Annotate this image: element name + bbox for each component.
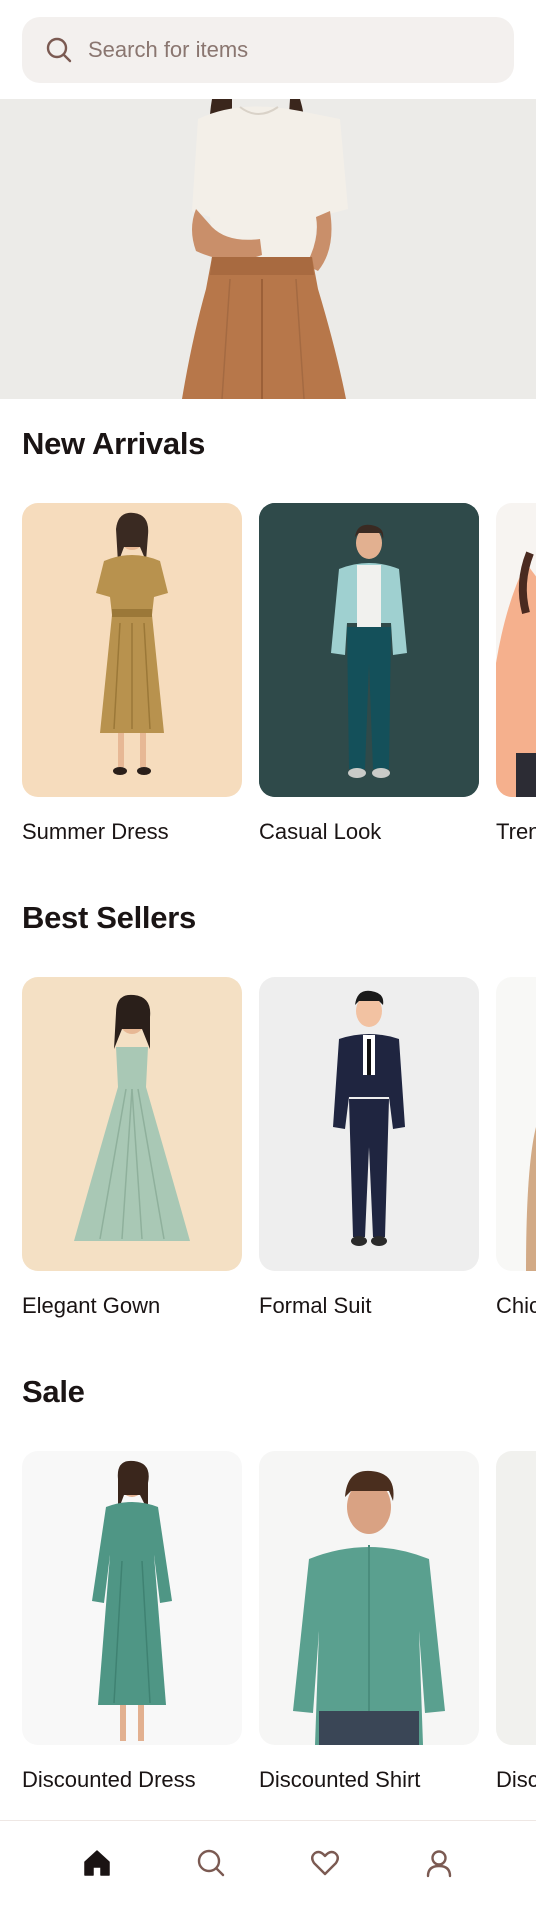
product-name: Elegant Gown xyxy=(22,1293,161,1318)
user-icon xyxy=(424,1848,454,1883)
search-icon xyxy=(196,1848,226,1883)
section-title-new-arrivals: New Arrivals xyxy=(22,426,206,461)
product-card[interactable]: Chic Style xyxy=(496,977,536,1318)
product-image xyxy=(22,503,242,797)
product-image xyxy=(259,977,479,1271)
product-image xyxy=(259,503,479,797)
product-image xyxy=(22,1451,242,1745)
hero-banner[interactable] xyxy=(0,99,536,399)
nav-home-button[interactable] xyxy=(67,1836,127,1896)
product-image xyxy=(496,503,536,797)
section-title-sale: Sale xyxy=(22,1374,85,1409)
product-name: Casual Look xyxy=(259,819,382,844)
product-name: Chic Style xyxy=(496,1293,536,1318)
product-image xyxy=(259,1451,479,1745)
product-image xyxy=(496,1451,536,1745)
product-name: Discounted Shirt xyxy=(259,1767,421,1792)
product-card[interactable]: Summer Dress xyxy=(22,503,242,844)
product-name: Trendy Outfit xyxy=(496,819,536,844)
product-name: Discounted Item xyxy=(496,1767,536,1792)
product-card[interactable]: Discounted Dress xyxy=(22,1451,242,1792)
product-name: Discounted Dress xyxy=(22,1767,196,1792)
product-card[interactable]: Elegant Gown xyxy=(22,977,242,1318)
search-input[interactable] xyxy=(88,37,468,63)
nav-profile-button[interactable] xyxy=(409,1836,469,1896)
heart-icon xyxy=(310,1848,340,1883)
app-screen: New Arrivals Summer Dress xyxy=(0,0,536,1920)
carousel-new-arrivals[interactable]: Summer Dress Casual Look Tren xyxy=(22,503,536,863)
carousel-sale[interactable]: Discounted Dress Discounted Shirt Discou… xyxy=(22,1451,536,1811)
section-title-best-sellers: Best Sellers xyxy=(22,900,196,935)
hero-image xyxy=(0,99,536,399)
product-card[interactable]: Discounted Item xyxy=(496,1451,536,1792)
product-card[interactable]: Casual Look xyxy=(259,503,479,844)
product-name: Summer Dress xyxy=(22,819,169,844)
carousel-best-sellers[interactable]: Elegant Gown Formal Suit Chic xyxy=(22,977,536,1337)
bottom-nav xyxy=(0,1820,536,1920)
product-card[interactable]: Formal Suit xyxy=(259,977,479,1318)
product-name: Formal Suit xyxy=(259,1293,372,1318)
product-image xyxy=(22,977,242,1271)
nav-favorites-button[interactable] xyxy=(295,1836,355,1896)
product-card[interactable]: Trendy Outfit xyxy=(496,503,536,844)
search-icon xyxy=(44,35,74,65)
nav-search-button[interactable] xyxy=(181,1836,241,1896)
product-image xyxy=(496,977,536,1271)
product-card[interactable]: Discounted Shirt xyxy=(259,1451,479,1792)
search-bar[interactable] xyxy=(22,17,514,83)
home-icon xyxy=(82,1848,112,1883)
